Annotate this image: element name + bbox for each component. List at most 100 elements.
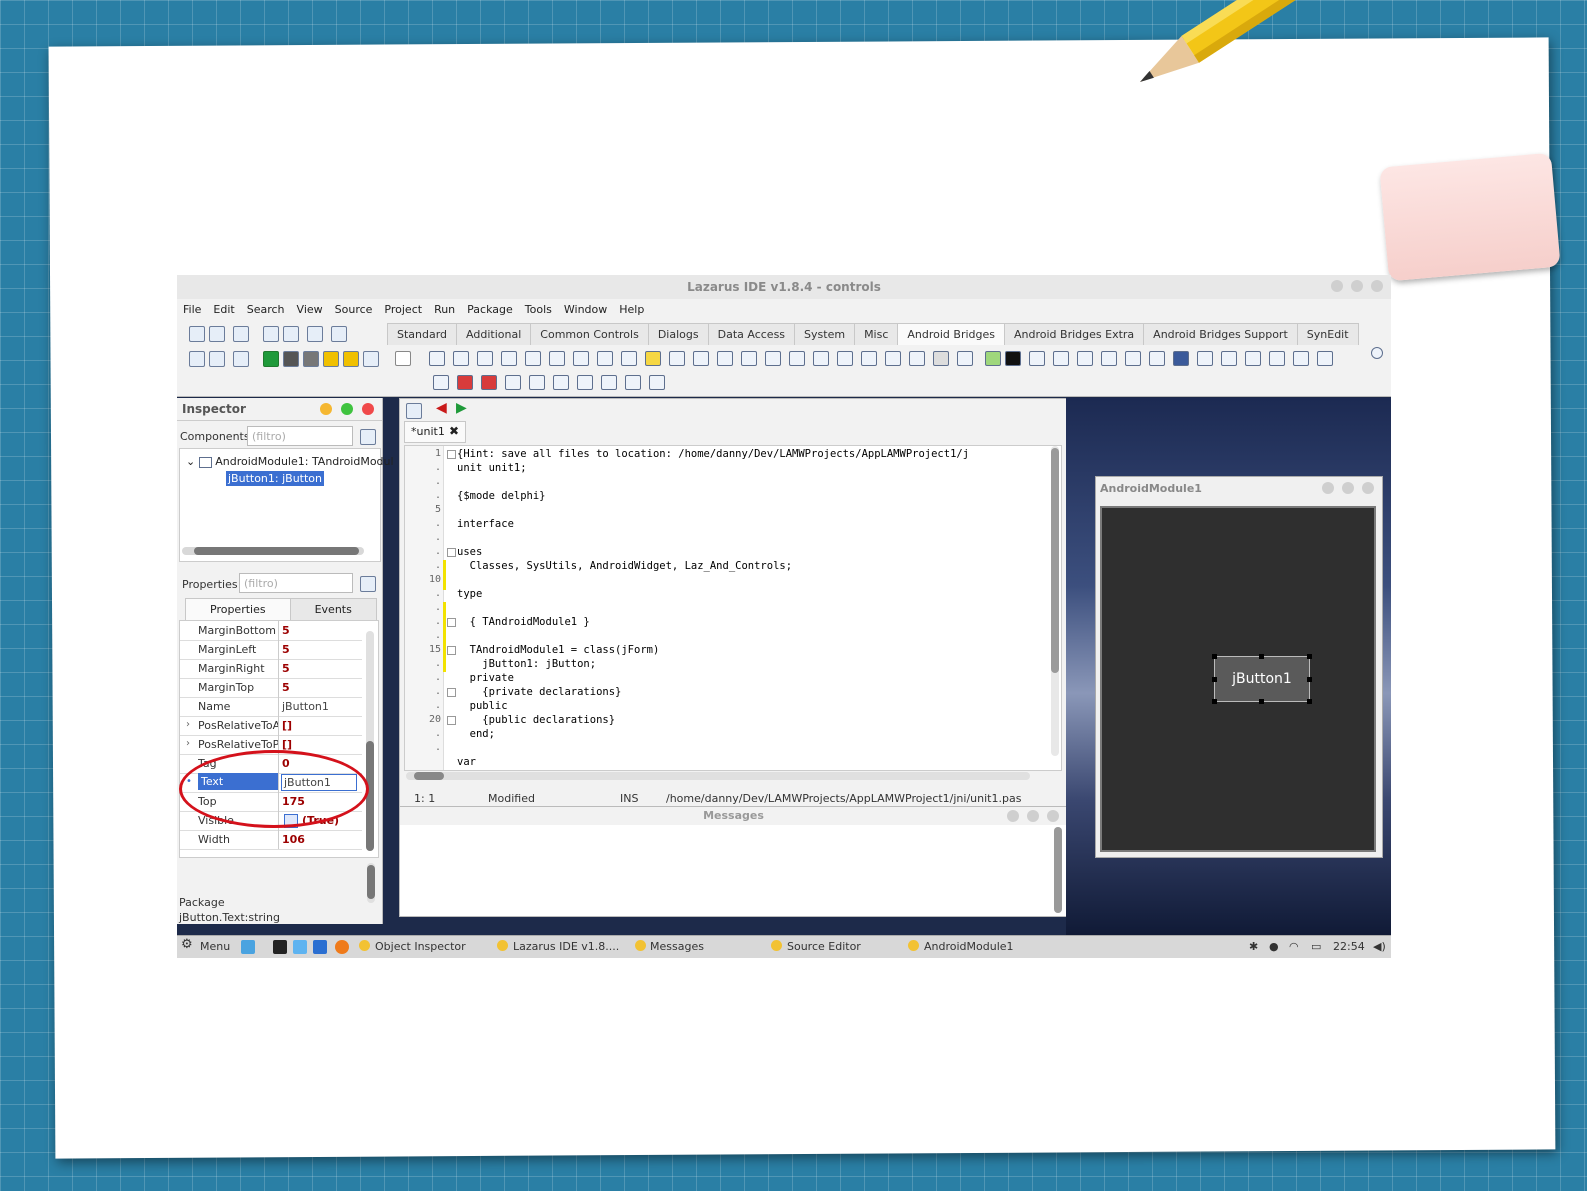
menu-edit[interactable]: Edit: [207, 299, 240, 321]
palette-component-icon[interactable]: [597, 351, 613, 366]
palette-more-icon[interactable]: [1371, 347, 1383, 359]
menu-button[interactable]: Menu: [200, 940, 230, 953]
palette-component-icon[interactable]: [765, 351, 781, 366]
palette-component-icon[interactable]: [1269, 351, 1285, 366]
property-value[interactable]: 106: [282, 833, 360, 846]
gear-icon[interactable]: ⚙: [181, 937, 193, 952]
resize-handle[interactable]: [1307, 654, 1312, 659]
palette-component-icon[interactable]: [693, 351, 709, 366]
volume-icon[interactable]: ◀): [1373, 940, 1386, 953]
tree-horizontal-scrollbar[interactable]: [182, 547, 364, 555]
menu-view[interactable]: View: [291, 299, 329, 321]
messages-scrollbar[interactable]: [1054, 827, 1062, 913]
clear-filter-icon[interactable]: [360, 429, 376, 445]
editor-menu-icon[interactable]: [406, 403, 422, 419]
palette-component-icon[interactable]: [477, 351, 493, 366]
palette-component-icon[interactable]: [481, 375, 497, 390]
tab-common-controls[interactable]: Common Controls: [530, 323, 649, 345]
palette-component-icon[interactable]: [957, 351, 973, 366]
menu-package[interactable]: Package: [461, 299, 519, 321]
palette-component-icon[interactable]: [813, 351, 829, 366]
resize-handle[interactable]: [1212, 699, 1217, 704]
tab-standard[interactable]: Standard: [387, 323, 458, 345]
palette-component-icon[interactable]: [861, 351, 877, 366]
taskbar-object-inspector[interactable]: Object Inspector: [375, 940, 466, 953]
resize-handle[interactable]: [1212, 654, 1217, 659]
fold-icon[interactable]: [447, 618, 456, 627]
menu-project[interactable]: Project: [378, 299, 428, 321]
tab-dialogs[interactable]: Dialogs: [647, 323, 709, 345]
palette-component-icon[interactable]: [1221, 351, 1237, 366]
palette-component-icon[interactable]: [621, 351, 637, 366]
property-value[interactable]: 5: [282, 681, 360, 694]
tab-android-bridges[interactable]: Android Bridges: [897, 323, 1006, 345]
tab-synedit[interactable]: SynEdit: [1296, 323, 1359, 345]
save-icon[interactable]: [263, 326, 279, 342]
desktop-icon[interactable]: [241, 940, 255, 954]
toggle-window-icon[interactable]: [209, 351, 225, 367]
palette-component-icon[interactable]: [1077, 351, 1093, 366]
close-button[interactable]: [1371, 280, 1383, 292]
view-forms-icon[interactable]: [189, 351, 205, 367]
form-design-surface[interactable]: jButton1: [1100, 506, 1376, 852]
components-filter-input[interactable]: (filtro): [247, 426, 353, 446]
run-icon[interactable]: [263, 351, 279, 367]
property-row[interactable]: MarginBottom 5: [180, 621, 362, 641]
resize-handle[interactable]: [1212, 677, 1217, 682]
palette-component-icon[interactable]: [985, 351, 1001, 366]
user-icon[interactable]: ●: [1269, 940, 1279, 953]
palette-component-icon[interactable]: [1245, 351, 1261, 366]
taskbar-messages[interactable]: Messages: [650, 940, 704, 953]
property-value[interactable]: 5: [282, 624, 360, 637]
tab-additional[interactable]: Additional: [456, 323, 532, 345]
jbutton1[interactable]: jButton1: [1214, 656, 1310, 702]
menu-search[interactable]: Search: [241, 299, 291, 321]
property-row[interactable]: MarginTop 5: [180, 678, 362, 698]
tab-events[interactable]: Events: [289, 598, 377, 621]
palette-component-icon[interactable]: [1005, 351, 1021, 366]
save-all-icon[interactable]: [283, 326, 299, 342]
palette-component-icon[interactable]: [1197, 351, 1213, 366]
pointer-tool-icon[interactable]: [395, 351, 411, 366]
palette-component-icon[interactable]: [933, 351, 949, 366]
property-row[interactable]: Width 106: [180, 830, 362, 850]
palette-component-icon[interactable]: [625, 375, 641, 390]
palette-component-icon[interactable]: [649, 375, 665, 390]
fold-icon[interactable]: [447, 548, 456, 557]
fold-icon[interactable]: [447, 646, 456, 655]
battery-icon[interactable]: ▭: [1311, 940, 1321, 953]
pause-icon[interactable]: [283, 351, 299, 367]
step-over-icon[interactable]: [343, 351, 359, 367]
package-scrollbar[interactable]: [367, 863, 375, 903]
fold-icon[interactable]: [447, 716, 456, 725]
new-unit-icon[interactable]: [189, 326, 205, 342]
palette-component-icon[interactable]: [549, 351, 565, 366]
property-row[interactable]: MarginRight 5: [180, 659, 362, 679]
tab-android-bridges-extra[interactable]: Android Bridges Extra: [1004, 323, 1145, 345]
bluetooth-icon[interactable]: ✱: [1249, 940, 1258, 953]
step-into-icon[interactable]: [323, 351, 339, 367]
expand-icon[interactable]: ›: [186, 719, 190, 730]
palette-component-icon[interactable]: [505, 375, 521, 390]
taskbar-androidmodule1[interactable]: AndroidModule1: [924, 940, 1014, 953]
palette-component-icon[interactable]: [601, 375, 617, 390]
step-out-icon[interactable]: [363, 351, 379, 367]
minimize-button[interactable]: [1322, 482, 1334, 494]
firefox-icon[interactable]: [335, 940, 349, 954]
property-row[interactable]: › PosRelativeToAr []: [180, 716, 362, 736]
fold-icon[interactable]: [447, 450, 456, 459]
property-value[interactable]: []: [282, 738, 360, 751]
resize-handle[interactable]: [1307, 699, 1312, 704]
open-icon[interactable]: [233, 326, 249, 342]
menu-run[interactable]: Run: [428, 299, 461, 321]
property-value[interactable]: []: [282, 719, 360, 732]
palette-component-icon[interactable]: [837, 351, 853, 366]
tree-node-androidmodule1[interactable]: ⌄ AndroidModule1: TAndroidModul: [186, 455, 394, 468]
resize-handle[interactable]: [1259, 699, 1264, 704]
palette-component-icon[interactable]: [1125, 351, 1141, 366]
palette-component-icon[interactable]: [577, 375, 593, 390]
palette-component-icon[interactable]: [1173, 351, 1189, 366]
menu-tools[interactable]: Tools: [519, 299, 558, 321]
maximize-button[interactable]: [1027, 810, 1039, 822]
palette-component-icon[interactable]: [1029, 351, 1045, 366]
